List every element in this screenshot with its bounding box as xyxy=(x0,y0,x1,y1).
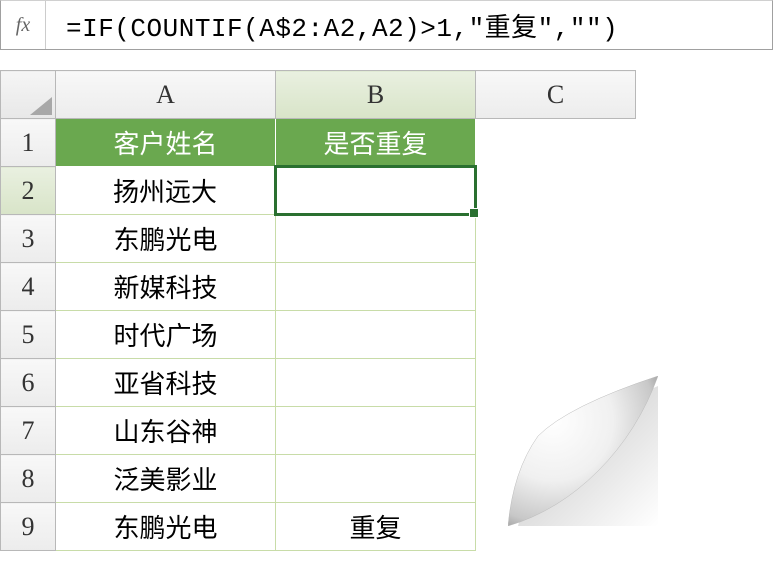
cell-C1[interactable] xyxy=(476,119,636,167)
cell-B7[interactable] xyxy=(276,407,476,455)
cell-C8[interactable] xyxy=(476,455,636,503)
cell-A7[interactable]: 山东谷神 xyxy=(56,407,276,455)
row-header-1[interactable]: 1 xyxy=(1,119,56,167)
cell-B5[interactable] xyxy=(276,311,476,359)
column-header-A[interactable]: A xyxy=(56,71,276,119)
cell-B9[interactable]: 重复 xyxy=(276,503,476,551)
cell-C4[interactable] xyxy=(476,263,636,311)
cell-B8[interactable] xyxy=(276,455,476,503)
row-header-9[interactable]: 9 xyxy=(1,503,56,551)
cell-B4[interactable] xyxy=(276,263,476,311)
column-header-C[interactable]: C xyxy=(476,71,636,119)
cell-C5[interactable] xyxy=(476,311,636,359)
column-header-B[interactable]: B xyxy=(276,71,476,119)
cell-C7[interactable] xyxy=(476,407,636,455)
cell-C9[interactable] xyxy=(476,503,636,551)
formula-input[interactable]: =IF(COUNTIF(A$2:A2,A2)>1,"重复","") xyxy=(46,7,772,44)
row-header-5[interactable]: 5 xyxy=(1,311,56,359)
cell-B1[interactable]: 是否重复 xyxy=(276,119,476,167)
cell-A8[interactable]: 泛美影业 xyxy=(56,455,276,503)
formula-bar: fx =IF(COUNTIF(A$2:A2,A2)>1,"重复","") xyxy=(0,0,773,50)
row-header-6[interactable]: 6 xyxy=(1,359,56,407)
select-all-corner[interactable] xyxy=(1,71,56,119)
cell-A1[interactable]: 客户姓名 xyxy=(56,119,276,167)
spreadsheet-grid: A B C 1 客户姓名 是否重复 2 扬州远大 3 东鹏光电 4 新媒科技 xyxy=(0,70,773,551)
cell-C3[interactable] xyxy=(476,215,636,263)
cell-A4[interactable]: 新媒科技 xyxy=(56,263,276,311)
cell-B6[interactable] xyxy=(276,359,476,407)
cell-A5[interactable]: 时代广场 xyxy=(56,311,276,359)
cell-A2[interactable]: 扬州远大 xyxy=(56,167,276,215)
row-header-3[interactable]: 3 xyxy=(1,215,56,263)
row-header-2[interactable]: 2 xyxy=(1,167,56,215)
cell-A9[interactable]: 东鹏光电 xyxy=(56,503,276,551)
row-header-4[interactable]: 4 xyxy=(1,263,56,311)
fx-button[interactable]: fx xyxy=(1,1,46,49)
cell-C2[interactable] xyxy=(476,167,636,215)
cell-C6[interactable] xyxy=(476,359,636,407)
row-header-8[interactable]: 8 xyxy=(1,455,56,503)
cell-A6[interactable]: 亚省科技 xyxy=(56,359,276,407)
row-header-7[interactable]: 7 xyxy=(1,407,56,455)
cell-B3[interactable] xyxy=(276,215,476,263)
cell-A3[interactable]: 东鹏光电 xyxy=(56,215,276,263)
cell-B2[interactable] xyxy=(276,167,476,215)
